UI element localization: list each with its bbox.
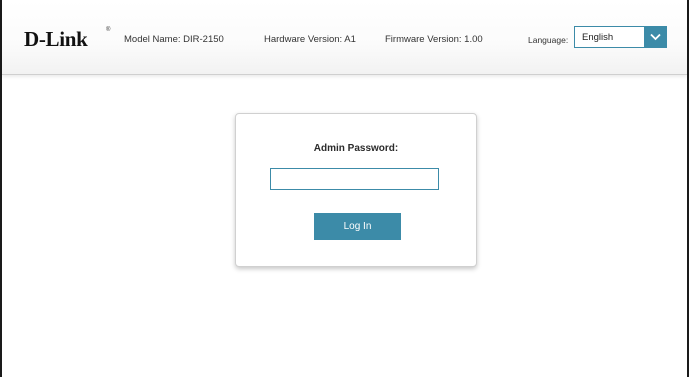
- language-dropdown-button[interactable]: [644, 26, 667, 48]
- language-select[interactable]: English: [574, 26, 667, 48]
- router-login-page: D-Link ® Model Name: DIR-2150 Hardware V…: [0, 0, 689, 377]
- login-button[interactable]: Log In: [314, 213, 401, 240]
- admin-password-label: Admin Password:: [313, 143, 399, 154]
- language-selected-value: English: [582, 32, 614, 43]
- firmware-version: Firmware Version: 1.00: [385, 34, 483, 45]
- dlink-logo: D-Link: [24, 27, 88, 51]
- registered-mark: ®: [106, 27, 111, 33]
- language-label: Language:: [528, 35, 569, 45]
- chevron-down-icon: [650, 33, 661, 41]
- model-name: Model Name: DIR-2150: [124, 34, 224, 45]
- hardware-version: Hardware Version: A1: [264, 34, 356, 45]
- admin-password-input[interactable]: [270, 168, 439, 190]
- login-card: Admin Password: Log In: [235, 113, 477, 267]
- header-bar: D-Link ® Model Name: DIR-2150 Hardware V…: [2, 0, 687, 75]
